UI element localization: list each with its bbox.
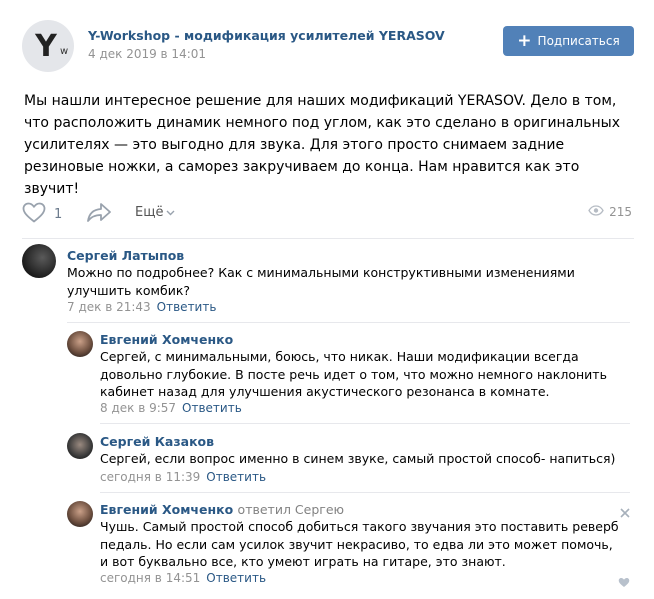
views-count: 215 — [609, 205, 632, 219]
comment-meta: 7 дек в 21:43 Ответить — [67, 300, 216, 314]
comment-date[interactable]: сегодня в 11:39 — [100, 470, 200, 484]
post-divider — [22, 238, 634, 239]
like-button[interactable]: 1 — [22, 202, 62, 227]
avatar-small-letter: w — [60, 46, 69, 57]
share-arrow-icon — [86, 203, 112, 226]
post-actions: 1 Ещё 215 — [22, 200, 634, 226]
comment-author[interactable]: Сергей Казаков — [100, 434, 214, 449]
comment-reply: Сергей Казаков Сергей, если вопрос именн… — [67, 430, 630, 490]
comment-text: Можно по подробнее? Как с минимальными к… — [67, 265, 575, 298]
more-label: Ещё — [135, 205, 164, 220]
comment-author[interactable]: Евгений Хомченко — [100, 332, 233, 347]
comment: Сергей Латыпов Можно по подробнее? Как с… — [22, 244, 634, 322]
comment-text: Сергей, если вопрос именно в синем звуке… — [100, 451, 616, 466]
comment-divider — [100, 423, 630, 424]
comment-reply: Евгений Хомченко Сергей, с минимальными,… — [67, 328, 630, 418]
comment-text: Сергей, с минимальными, боюсь, что никак… — [100, 349, 607, 399]
subscribe-label: Подписаться — [537, 34, 620, 48]
avatar[interactable] — [67, 331, 93, 357]
avatar[interactable] — [67, 501, 93, 527]
comment-divider — [100, 492, 630, 493]
comment-meta: сегодня в 14:51 Ответить — [100, 571, 266, 585]
comment-date[interactable]: 7 дек в 21:43 — [67, 300, 151, 314]
comment-author-name[interactable]: Евгений Хомченко — [100, 502, 233, 517]
comment-date[interactable]: 8 дек в 9:57 — [100, 401, 176, 415]
post-text: Мы нашли интересное решение для наших мо… — [24, 93, 620, 197]
avatar-letter: Y — [35, 28, 57, 64]
views-counter: 215 — [588, 205, 632, 219]
heart-icon — [22, 202, 46, 227]
comment-date[interactable]: сегодня в 14:51 — [100, 571, 200, 585]
reply-link[interactable]: Ответить — [206, 571, 266, 585]
eye-icon — [588, 205, 604, 219]
comment-author[interactable]: Сергей Латыпов — [67, 248, 184, 263]
group-name-link[interactable]: Y-Workshop - модификация усилителей YERA… — [88, 28, 445, 43]
post-date-link[interactable]: 4 дек 2019 в 14:01 — [88, 47, 206, 61]
more-button[interactable]: Ещё — [135, 205, 175, 220]
comment-divider — [67, 322, 630, 323]
reply-link[interactable]: Ответить — [182, 401, 242, 415]
chevron-down-icon — [166, 205, 175, 220]
like-heart-small-icon[interactable] — [618, 573, 630, 592]
close-icon[interactable] — [620, 503, 630, 522]
reply-link[interactable]: Ответить — [157, 300, 217, 314]
comment-meta: сегодня в 11:39 Ответить — [100, 470, 266, 484]
group-avatar[interactable]: Y w — [22, 20, 74, 72]
plus-icon: + — [517, 30, 532, 51]
comment-text: Чушь. Самый простой способ добиться тако… — [100, 519, 619, 569]
avatar[interactable] — [67, 433, 93, 459]
comment-meta: 8 дек в 9:57 Ответить — [100, 401, 242, 415]
post-header: Y w Y-Workshop - модификация усилителей … — [22, 20, 634, 72]
replied-to-label[interactable]: ответил Сергею — [238, 502, 345, 517]
like-count: 1 — [54, 207, 63, 222]
comment-reply: Евгений Хомченко ответил Сергею Чушь. Са… — [67, 498, 630, 590]
reply-link[interactable]: Ответить — [206, 470, 266, 484]
comment-author[interactable]: Евгений Хомченко ответил Сергею — [100, 502, 344, 517]
avatar[interactable] — [22, 244, 56, 278]
share-button[interactable] — [86, 202, 112, 226]
subscribe-button[interactable]: + Подписаться — [503, 26, 634, 56]
